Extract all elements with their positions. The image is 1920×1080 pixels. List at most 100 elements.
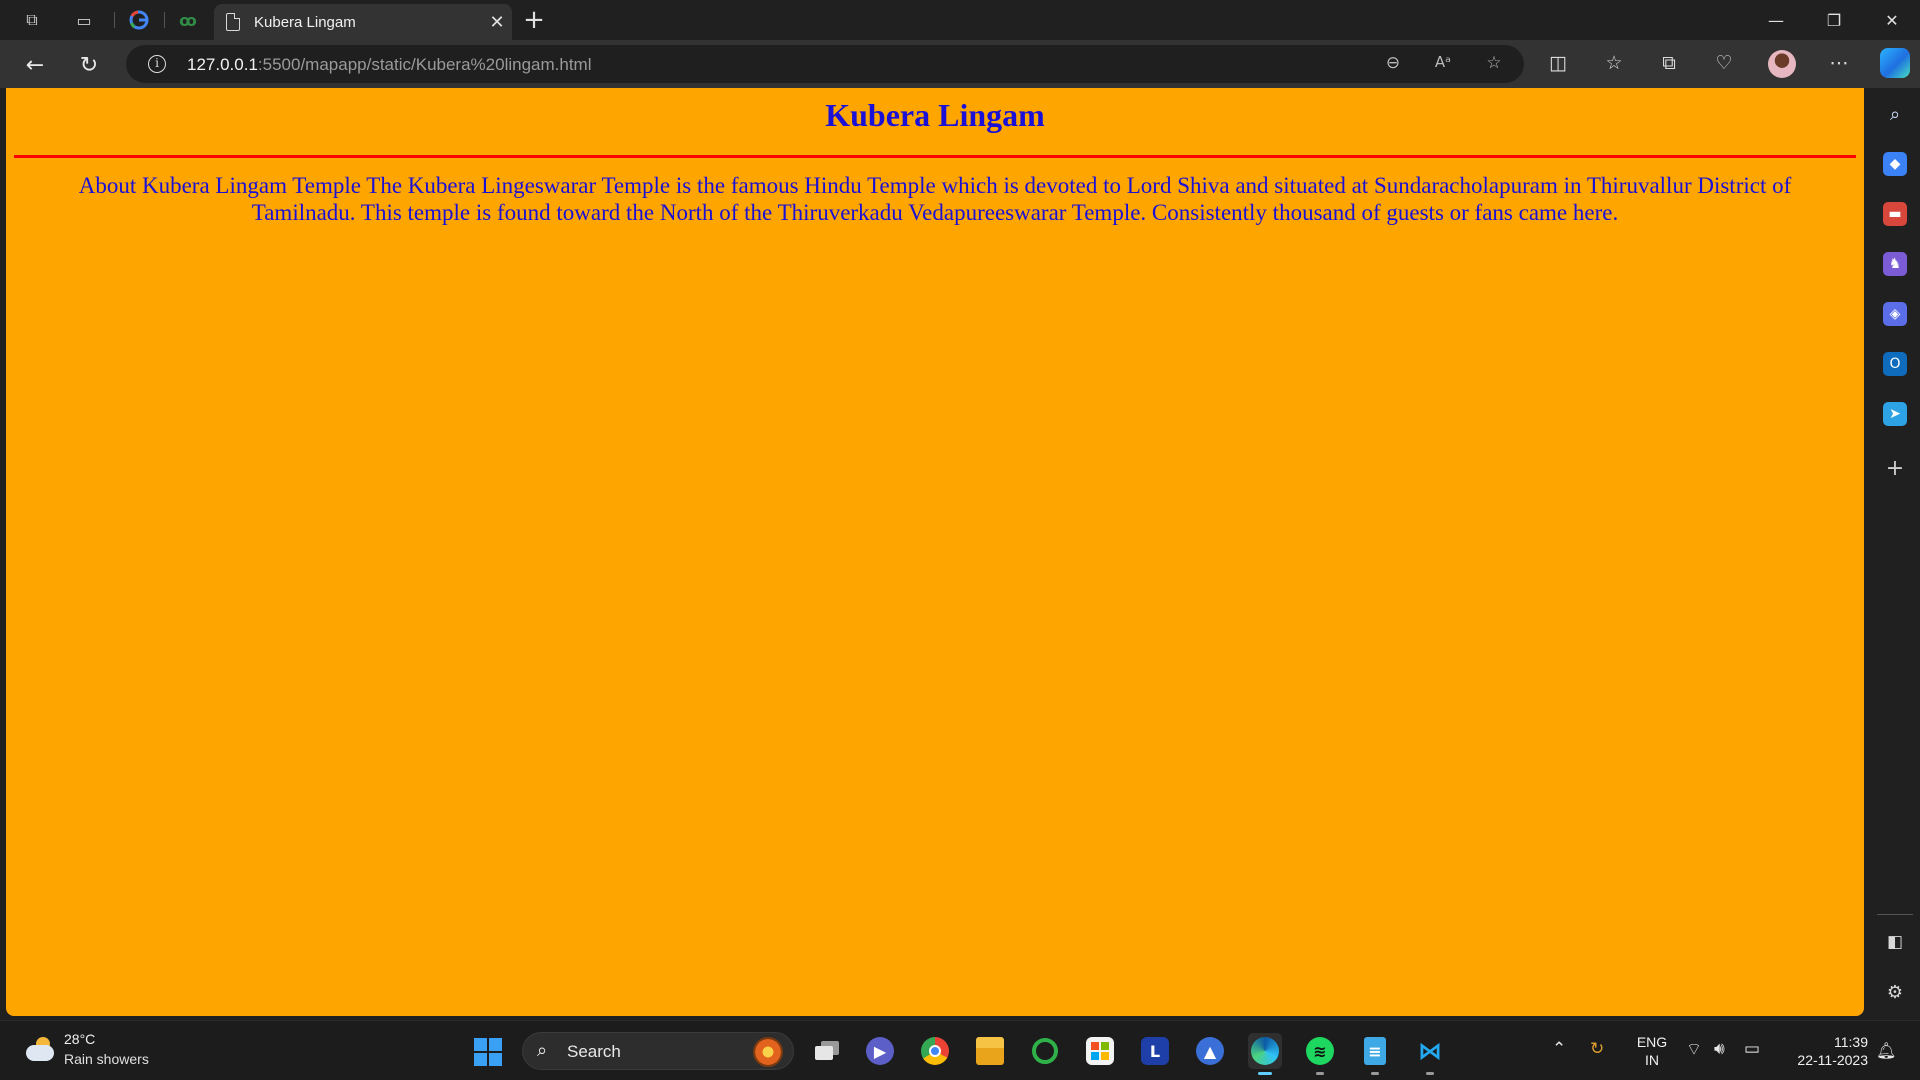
running-indicator (1316, 1072, 1324, 1075)
region-code: IN (1645, 1052, 1659, 1068)
read-aloud-icon[interactable]: Aᵃ (1432, 53, 1454, 75)
chat-icon: ▶ (866, 1037, 894, 1065)
tab-separator (164, 12, 165, 28)
address-bar[interactable]: i 127.0.0.1:5500/mapapp/static/Kubera%20… (126, 45, 1524, 83)
running-indicator (1371, 1072, 1379, 1075)
url-text[interactable]: 127.0.0.1:5500/mapapp/static/Kubera%20li… (187, 55, 592, 75)
battery-icon[interactable]: ▭ (1744, 1039, 1760, 1059)
show-hidden-icons-chevron-up-icon[interactable]: ⌃ (1552, 1039, 1566, 1059)
spotify-button[interactable]: ≋ (1303, 1033, 1337, 1075)
favorite-star-icon[interactable]: ☆ (1483, 53, 1505, 75)
edge-button[interactable] (1248, 1033, 1282, 1075)
page-icon (226, 13, 240, 31)
letter-l-app-button[interactable]: L (1138, 1033, 1172, 1069)
refresh-icon[interactable]: ↻ (74, 50, 104, 80)
start-tile (489, 1038, 502, 1051)
refresh-app-button[interactable] (1028, 1033, 1062, 1069)
more-options-icon[interactable]: ⋯ (1826, 52, 1852, 78)
sidebar-search-icon[interactable]: ⌕ (1883, 102, 1907, 126)
task-view-icon (813, 1037, 841, 1065)
tools-icon[interactable]: ▬ (1883, 202, 1907, 226)
google-tab-icon[interactable] (127, 8, 151, 32)
start-tile (489, 1053, 502, 1066)
browser-titlebar: ⧉ ▭ ꝏ Kubera Lingam ✕ + — ❐ ✕ (0, 0, 1920, 40)
browser-essentials-icon[interactable]: ♡ (1711, 52, 1737, 78)
cloud-shape (26, 1045, 54, 1061)
folder-icon (976, 1037, 1004, 1065)
split-screen-icon[interactable]: ◫ (1545, 52, 1571, 78)
start-button[interactable] (474, 1038, 502, 1066)
vscode-icon: ⋈ (1418, 1037, 1442, 1065)
tab-close-icon[interactable]: ✕ (482, 12, 512, 33)
url-path: :5500/mapapp/static/Kubera%20lingam.html (257, 55, 592, 74)
page-viewport: Kubera Lingam About Kubera Lingam Temple… (6, 88, 1864, 1016)
windows-taskbar: 28°C Rain showers ⌕ Search ▶ L ▲ ≋ ≡ ⋈ ⌃… (0, 1020, 1920, 1080)
search-label: Search (567, 1042, 621, 1061)
favorites-icon[interactable]: ☆ (1601, 52, 1627, 78)
minimize-button[interactable]: — (1748, 0, 1804, 40)
back-arrow-icon[interactable]: ← (20, 50, 50, 80)
copilot-icon[interactable] (1880, 48, 1910, 78)
taskbar-search[interactable]: ⌕ Search (522, 1032, 794, 1070)
wifi-icon[interactable]: ⌔ (1686, 1039, 1702, 1060)
temple-description: About Kubera Lingam Temple The Kubera Li… (78, 173, 1792, 225)
weather-icon[interactable] (22, 1035, 56, 1063)
system-clock[interactable]: 11:39 22-11-2023 (1786, 1033, 1868, 1069)
new-tab-button[interactable]: + (520, 6, 548, 34)
close-window-button[interactable]: ✕ (1864, 0, 1920, 40)
triangle-app-icon: ▲ (1196, 1037, 1224, 1065)
active-indicator (1258, 1072, 1272, 1075)
running-indicator (1426, 1072, 1434, 1075)
microsoft-365-icon[interactable]: ◈ (1883, 302, 1907, 326)
site-info-icon[interactable]: i (148, 55, 166, 73)
edge-sidebar: ⌕ ◆ ▬ ♞ ◈ O ➤ + ◧ ⚙ (1870, 88, 1920, 1016)
sidebar-settings-icon[interactable]: ⚙ (1883, 980, 1907, 1004)
clock-date: 22-11-2023 (1797, 1052, 1868, 1068)
vertical-tabs-icon[interactable]: ▭ (72, 8, 96, 32)
browser-toolbar: ← ↻ i 127.0.0.1:5500/mapapp/static/Kuber… (0, 40, 1920, 88)
drop-icon[interactable]: ➤ (1883, 402, 1907, 426)
search-highlight-icon (753, 1037, 783, 1067)
workspaces-icon[interactable]: ⧉ (20, 8, 44, 32)
profile-avatar[interactable] (1768, 50, 1796, 78)
chrome-button[interactable] (918, 1033, 952, 1069)
tab-separator (114, 12, 115, 28)
chrome-icon (921, 1037, 949, 1065)
page-title: Kubera Lingam (825, 97, 1045, 133)
notepad-button[interactable]: ≡ (1358, 1033, 1392, 1075)
edge-icon (1251, 1037, 1279, 1065)
ring-app-icon (1032, 1038, 1058, 1064)
spotify-icon: ≋ (1306, 1037, 1334, 1065)
start-tile (474, 1038, 487, 1051)
tab-kubera-lingam[interactable]: Kubera Lingam ✕ (214, 4, 512, 40)
sync-status-icon[interactable]: ↻ (1590, 1039, 1604, 1059)
l-app-icon: L (1141, 1037, 1169, 1065)
add-sidebar-app-icon[interactable]: + (1883, 456, 1907, 481)
collections-icon[interactable]: ⧉ (1656, 52, 1682, 78)
sidebar-separator (1877, 914, 1913, 915)
shopping-tag-icon[interactable]: ◆ (1883, 152, 1907, 176)
file-explorer-button[interactable] (973, 1033, 1007, 1069)
geeksforgeeks-tab-icon[interactable]: ꝏ (176, 8, 200, 32)
notification-bell-icon[interactable]: 🔔︎ (1876, 1041, 1896, 1060)
zoom-out-icon[interactable]: ⊖ (1382, 53, 1404, 75)
language-indicator[interactable]: ENG IN (1634, 1033, 1670, 1069)
language-code: ENG (1636, 1034, 1668, 1050)
microsoft-store-button[interactable] (1083, 1033, 1117, 1069)
hide-sidebar-icon[interactable]: ◧ (1883, 930, 1907, 954)
url-host: 127.0.0.1 (187, 55, 258, 74)
clock-time: 11:39 (1834, 1034, 1868, 1050)
weather-temperature[interactable]: 28°C (64, 1031, 95, 1047)
vscode-button[interactable]: ⋈ (1413, 1033, 1447, 1075)
notepad-icon: ≡ (1364, 1037, 1386, 1065)
teams-chat-button[interactable]: ▶ (863, 1033, 897, 1069)
games-icon[interactable]: ♞ (1883, 252, 1907, 276)
outlook-icon[interactable]: O (1883, 352, 1907, 376)
volume-icon[interactable]: 🔊︎ (1714, 1039, 1725, 1059)
start-tile (474, 1053, 487, 1066)
weather-description[interactable]: Rain showers (64, 1051, 149, 1067)
restore-button[interactable]: ❐ (1806, 0, 1862, 40)
task-view-button[interactable] (810, 1033, 844, 1069)
tab-title: Kubera Lingam (254, 13, 356, 31)
arc-app-button[interactable]: ▲ (1193, 1033, 1227, 1069)
